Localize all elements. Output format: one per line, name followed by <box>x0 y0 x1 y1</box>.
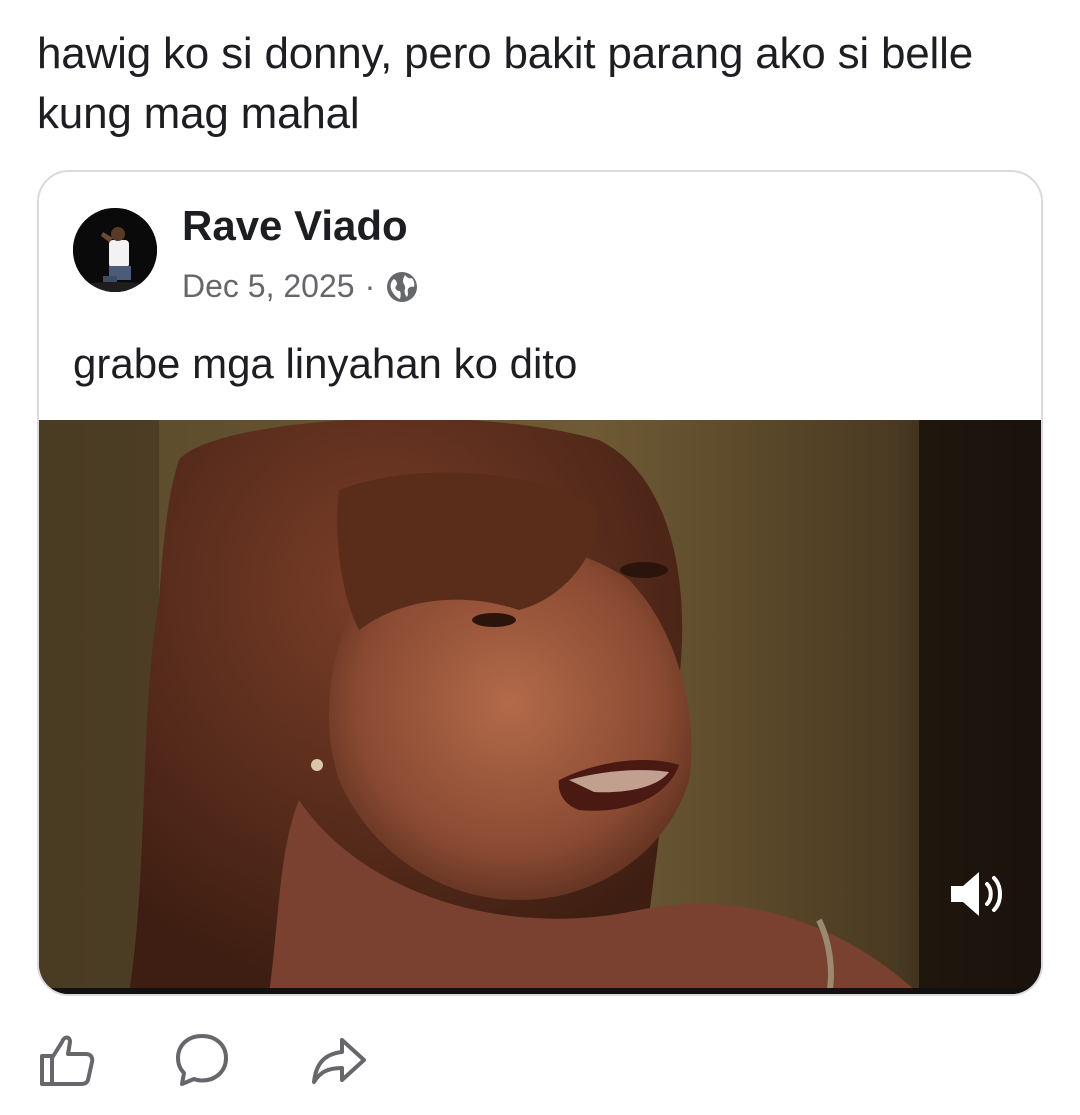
post-caption: hawig ko si donny, pero bakit parang ako… <box>37 29 973 138</box>
post-actions <box>36 1030 368 1090</box>
shared-post-card[interactable]: Rave Viado Dec 5, 2025 · grabe mga linya… <box>37 170 1043 996</box>
post-date[interactable]: Dec 5, 2025 <box>182 268 355 305</box>
share-icon[interactable] <box>308 1030 368 1090</box>
avatar[interactable] <box>73 208 157 292</box>
comment-icon[interactable] <box>172 1030 232 1090</box>
globe-icon <box>387 271 418 302</box>
video-player[interactable] <box>39 420 1041 994</box>
shared-post-text: grabe mga linyahan ko dito <box>73 340 578 387</box>
shared-post-header: Rave Viado Dec 5, 2025 · grabe mga linya… <box>39 172 1041 420</box>
video-progress-bar[interactable] <box>39 988 1041 994</box>
post-meta: Dec 5, 2025 · <box>182 268 419 305</box>
speaker-icon[interactable] <box>947 866 1011 922</box>
like-icon[interactable] <box>36 1030 96 1090</box>
meta-separator: · <box>364 268 376 304</box>
author-name[interactable]: Rave Viado <box>182 202 408 250</box>
video-frame <box>39 420 1041 994</box>
